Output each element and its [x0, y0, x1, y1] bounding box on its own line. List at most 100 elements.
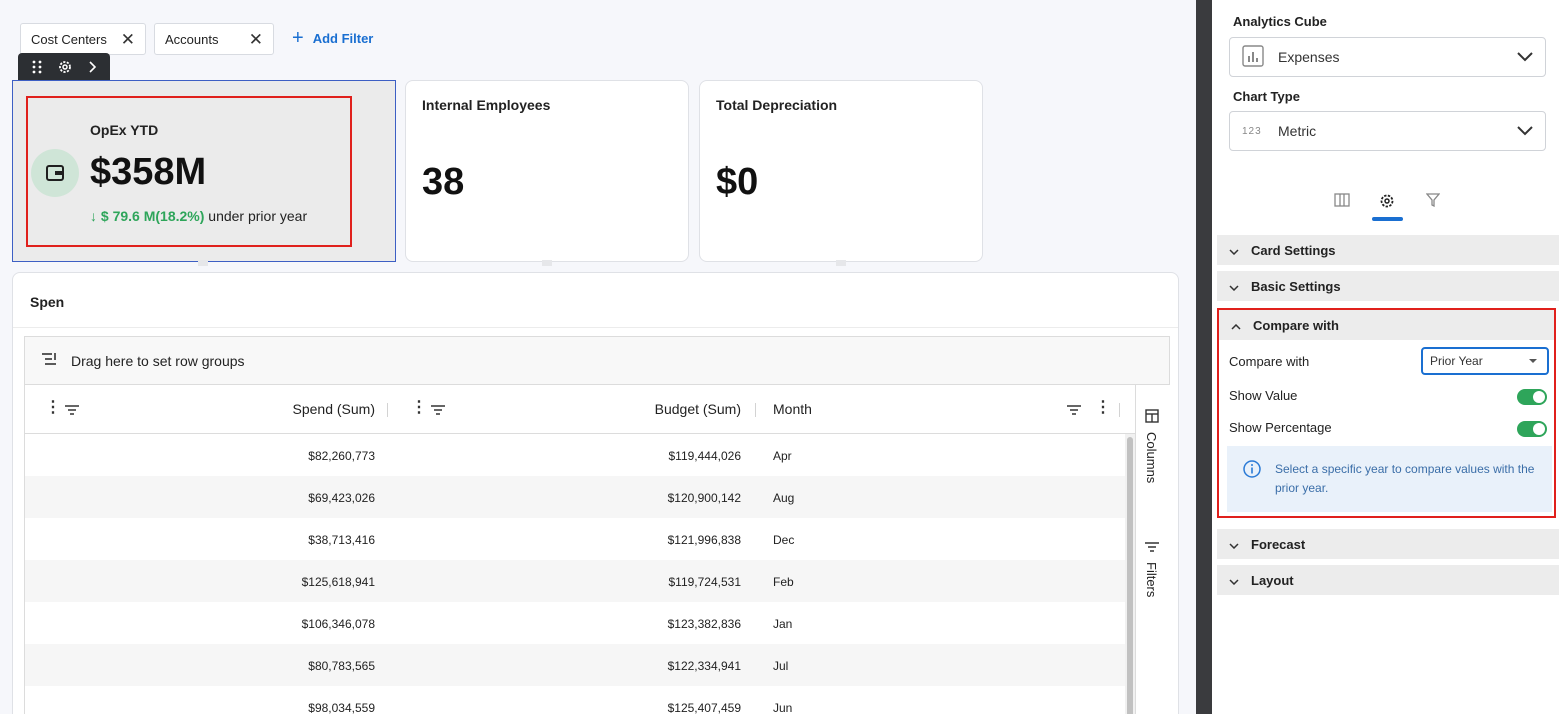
cell-spend: $69,423,026 [308, 491, 375, 505]
plus-icon: + [292, 27, 304, 49]
row-groups-icon [41, 352, 57, 369]
dashboard-workspace: Cost Centers ✕ Accounts ✕ + Add Filter O… [0, 0, 1196, 714]
section-label: Forecast [1251, 536, 1306, 552]
chevron-right-icon[interactable] [87, 61, 97, 73]
comparison-delta: ↓ $ 79.6 M(18.2%) [90, 208, 205, 224]
filters-tab-label: Filters [1144, 562, 1159, 598]
add-filter-button[interactable]: + Add Filter [292, 27, 374, 49]
close-icon[interactable]: ✕ [121, 31, 135, 48]
table-row[interactable]: $125,618,941 $119,724,531 Feb [25, 560, 1125, 602]
filter-chip-accounts[interactable]: Accounts ✕ [154, 23, 274, 55]
show-value-toggle[interactable] [1517, 389, 1547, 405]
section-basic-settings[interactable]: Basic Settings [1217, 271, 1559, 301]
cell-month: Dec [773, 533, 795, 547]
filter-icon[interactable] [1067, 403, 1081, 419]
close-icon[interactable]: ✕ [249, 31, 263, 48]
card-title: Total Depreciation [716, 97, 838, 113]
wallet-icon [31, 149, 79, 197]
opex-metric-card[interactable]: OpEx YTD $358M ↓ $ 79.6 M(18.2%) under p… [12, 80, 396, 262]
cell-budget: $125,407,459 [667, 701, 741, 714]
column-header-spend[interactable]: Spend (Sum) [293, 401, 375, 417]
filter-chip-cost-centers[interactable]: Cost Centers ✕ [20, 23, 146, 55]
compare-with-select[interactable]: Prior Year [1421, 347, 1549, 375]
internal-employees-card[interactable]: Internal Employees 38 [405, 80, 689, 262]
card-title: Internal Employees [422, 97, 551, 113]
card-value: $0 [716, 161, 759, 203]
grid-header: ⋮ Spend (Sum) ⋮ Budget (Sum) Month ⋮ [25, 385, 1135, 434]
cell-spend: $80,783,565 [308, 659, 375, 673]
section-forecast[interactable]: Forecast [1217, 529, 1559, 559]
gear-icon[interactable] [1379, 193, 1395, 214]
resize-handle[interactable] [542, 260, 552, 266]
row-group-dropzone[interactable]: Drag here to set row groups [25, 337, 1169, 385]
filter-chip-label: Accounts [165, 31, 219, 47]
table-row[interactable]: $38,713,416 $121,996,838 Dec [25, 518, 1125, 560]
cell-budget: $121,996,838 [667, 533, 741, 547]
compare-with-section: Compare with Compare with Prior Year Sho… [1217, 308, 1556, 518]
panel-splitter[interactable] [1196, 0, 1212, 714]
column-menu-icon[interactable]: ⋮ [1095, 400, 1111, 416]
caret-down-icon [1529, 359, 1537, 363]
column-separator[interactable] [755, 403, 756, 417]
table-row[interactable]: $82,260,773 $119,444,026 Apr [25, 434, 1125, 476]
table-row[interactable]: $80,783,565 $122,334,941 Jul [25, 644, 1125, 686]
column-separator[interactable] [1119, 403, 1120, 417]
total-depreciation-card[interactable]: Total Depreciation $0 [699, 80, 983, 262]
resize-handle[interactable] [198, 260, 208, 266]
table-row[interactable]: $69,423,026 $120,900,142 Aug [25, 476, 1125, 518]
info-callout: Select a specific year to compare values… [1227, 446, 1552, 512]
cell-month: Apr [773, 449, 792, 463]
chevron-down-icon [1517, 49, 1533, 65]
comparison-text: ↓ $ 79.6 M(18.2%) under prior year [90, 208, 307, 224]
column-header-month[interactable]: Month [773, 401, 812, 417]
info-text: Select a specific year to compare values… [1275, 462, 1535, 495]
chevron-down-icon [1229, 243, 1239, 258]
chevron-down-icon [1229, 279, 1239, 294]
cell-month: Jul [773, 659, 789, 673]
panel-title: Spen [30, 294, 65, 310]
gear-icon[interactable] [57, 59, 73, 75]
cell-budget: $122,334,941 [667, 659, 741, 673]
columns-icon[interactable] [1334, 193, 1350, 212]
cell-month: Aug [773, 491, 795, 505]
cell-budget: $123,382,836 [667, 617, 741, 631]
cube-select[interactable]: Expenses [1229, 37, 1546, 77]
filter-icon[interactable] [65, 403, 79, 419]
number-icon: 123 [1242, 125, 1262, 137]
divider [13, 327, 1178, 328]
chevron-down-icon [1517, 123, 1533, 139]
column-menu-icon[interactable]: ⋮ [45, 400, 61, 416]
table-row[interactable]: $106,346,078 $123,382,836 Jan [25, 602, 1125, 644]
grid-body: $82,260,773 $119,444,026 Apr $69,423,026… [25, 434, 1125, 714]
settings-panel: Analytics Cube Expenses Chart Type 123 M… [1212, 0, 1563, 714]
funnel-icon[interactable] [1425, 193, 1441, 212]
columns-tab-label: Columns [1144, 432, 1159, 484]
cell-month: Feb [773, 575, 794, 589]
section-compare-with[interactable]: Compare with [1219, 310, 1554, 340]
table-row[interactable]: $98,034,559 $125,407,459 Jun [25, 686, 1125, 714]
chevron-down-icon [1229, 573, 1239, 588]
section-label: Compare with [1253, 317, 1339, 333]
section-layout[interactable]: Layout [1217, 565, 1559, 595]
filters-tab[interactable]: Filters [1144, 541, 1159, 597]
column-header-budget[interactable]: Budget (Sum) [655, 401, 741, 417]
info-icon [1243, 460, 1261, 512]
column-separator[interactable] [387, 403, 388, 417]
section-card-settings[interactable]: Card Settings [1217, 235, 1559, 265]
show-value-label: Show Value [1229, 388, 1298, 403]
columns-icon [1144, 409, 1159, 426]
cell-budget: $120,900,142 [667, 491, 741, 505]
columns-tab[interactable]: Columns [1144, 409, 1159, 483]
drag-handle-icon[interactable] [31, 60, 43, 74]
cell-budget: $119,444,026 [668, 449, 741, 463]
column-menu-icon[interactable]: ⋮ [411, 400, 427, 416]
cube-label: Analytics Cube [1233, 14, 1327, 29]
cell-month: Jan [773, 617, 793, 631]
show-percentage-toggle[interactable] [1517, 421, 1547, 437]
add-filter-label: Add Filter [312, 30, 374, 46]
chart-type-select[interactable]: 123 Metric [1229, 111, 1546, 151]
scrollbar-thumb[interactable] [1127, 437, 1133, 714]
resize-handle[interactable] [836, 260, 846, 266]
filter-icon[interactable] [431, 403, 445, 419]
card-toolbar [18, 53, 110, 81]
